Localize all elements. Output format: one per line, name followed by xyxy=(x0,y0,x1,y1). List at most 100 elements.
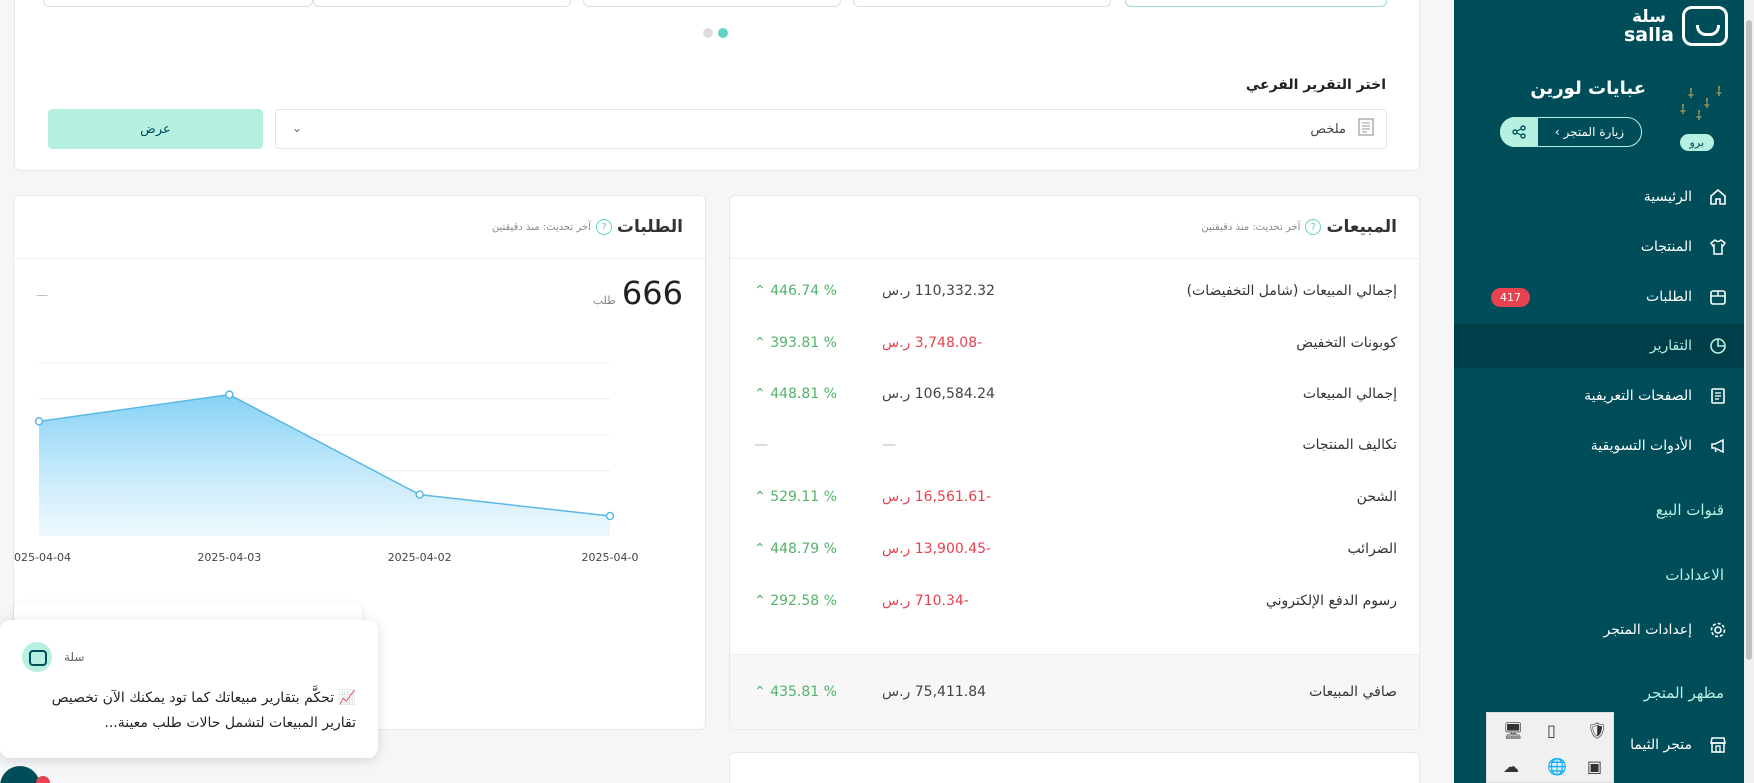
arrow-up-icon: ⌃ xyxy=(754,593,771,609)
sales-row-value: -13,900.45 ر.س xyxy=(882,541,992,557)
net-sales-row: صافي المبيعات 75,411.84 ر.س ⌃ 435.81 % xyxy=(730,654,1419,729)
sales-row-label: إجمالي المبيعات (شامل التخفيضات) xyxy=(1186,283,1397,299)
sidebar-item-landing-pages[interactable]: الصفحات التعريفية xyxy=(1464,374,1740,418)
salla-logo[interactable]: سلة salla xyxy=(1624,6,1728,46)
monitor-icon[interactable]: 🖥 xyxy=(1503,721,1523,740)
nvidia-icon[interactable]: ▣ xyxy=(1587,757,1602,776)
chart-area xyxy=(39,394,610,536)
sales-row-value: 106,584.24 ر.س xyxy=(882,386,995,402)
notification-header: سلة xyxy=(22,642,84,672)
sidebar-item-orders[interactable]: الطلبات 417 xyxy=(1464,275,1740,319)
visit-store-button[interactable]: زيارة المتجر › xyxy=(1500,117,1642,147)
cloud-icon[interactable]: ☁ xyxy=(1503,757,1519,776)
arrow-up-icon: ⌃ xyxy=(754,283,771,299)
usb-icon[interactable]: ▯ xyxy=(1547,721,1556,740)
sales-row: الشحن -16,561.61 ر.س ⌃ 529.11 % xyxy=(730,472,1419,524)
sidebar-item-label: التقارير xyxy=(1649,338,1692,354)
section-sales-channels[interactable]: قنوات البيع xyxy=(1656,501,1724,519)
gear-icon xyxy=(1706,621,1730,639)
help-icon[interactable]: ? xyxy=(595,219,612,235)
report-tab[interactable] xyxy=(583,0,841,7)
sales-card: المبيعات ? آخر تحديث: منذ دقيقتين إجمالي… xyxy=(729,195,1420,730)
sidebar-item-label: المنتجات xyxy=(1640,239,1692,255)
storefront-icon xyxy=(1706,736,1730,754)
report-selector-card: اختر التقرير الفرعي ملخص ⌄ عرض xyxy=(14,0,1420,171)
show-button[interactable]: عرض xyxy=(48,109,263,149)
plan-badge: برو xyxy=(1679,134,1714,151)
next-report-card xyxy=(729,752,1420,783)
carousel-dots xyxy=(703,28,728,38)
net-sales-label: صافي المبيعات xyxy=(1309,684,1397,700)
chat-launcher-icon[interactable] xyxy=(0,766,40,783)
chart-x-tick-label: 2025-04-0 xyxy=(582,551,639,564)
orders-count-badge: 417 xyxy=(1491,287,1530,307)
notification-app-name: سلة xyxy=(64,650,85,664)
chart-point[interactable] xyxy=(605,511,615,521)
sidebar-item-reports[interactable]: التقارير xyxy=(1454,324,1744,368)
sub-report-label: اختر التقرير الفرعي xyxy=(1245,77,1386,93)
sales-row: إجمالي المبيعات 106,584.24 ر.س ⌃ 448.81 … xyxy=(730,369,1419,421)
store-name: عبايات لورين xyxy=(1530,78,1646,99)
sales-title: المبيعات xyxy=(1326,217,1397,237)
help-icon[interactable]: ? xyxy=(1305,219,1322,235)
sales-row-value: — xyxy=(882,437,896,453)
home-icon xyxy=(1706,188,1730,206)
sidebar-item-products[interactable]: المنتجات xyxy=(1464,225,1740,269)
sidebar-item-label: متجر الثيما xyxy=(1630,737,1692,753)
sales-row-label: الضرائب xyxy=(1347,541,1397,557)
sales-row-value: -16,561.61 ر.س xyxy=(882,489,992,505)
sales-row: الضرائب -13,900.45 ر.س ⌃ 448.79 % xyxy=(730,524,1419,576)
sidebar-item-marketing-tools[interactable]: الأدوات التسويقية xyxy=(1464,424,1740,468)
notification-dot xyxy=(36,776,50,783)
orders-count-unit: طلب xyxy=(592,294,616,307)
chart-point[interactable] xyxy=(34,417,44,426)
globe-icon[interactable]: 🌐 xyxy=(1547,757,1567,776)
sales-row-change: ⌃ 448.79 % xyxy=(754,541,837,557)
section-store-appearance[interactable]: مظهر المتجر xyxy=(1644,684,1724,702)
salla-logo-text: سلة salla xyxy=(1624,8,1674,46)
notification-toast[interactable]: سلة 📈 تحكَّم بتقارير مبيعاتك كما تود يمك… xyxy=(0,620,378,758)
chevron-down-icon: ⌄ xyxy=(292,121,303,135)
sales-row-label: كوبونات التخفيض xyxy=(1296,335,1397,351)
sidebar: سلة salla عبايات لورين ⸸ ⸸ ⸸ ⸸ ⸸ برو زيا… xyxy=(1454,0,1754,783)
store-logo: ⸸ ⸸ ⸸ ⸸ ⸸ xyxy=(1679,85,1722,124)
sales-row-change: ⌃ 448.81 % xyxy=(754,386,837,402)
sales-row-change: ⌃ 292.58 % xyxy=(754,593,837,609)
sales-row-value: -710.34 ر.س xyxy=(882,593,969,609)
section-settings[interactable]: الاعدادات xyxy=(1665,566,1724,584)
sidebar-scrollbar[interactable] xyxy=(1744,0,1754,783)
scrollbar-thumb[interactable] xyxy=(1746,20,1752,660)
report-tab[interactable] xyxy=(313,0,571,7)
shield-icon[interactable]: 🛡 xyxy=(1587,721,1607,740)
sidebar-item-home[interactable]: الرئيسية xyxy=(1464,175,1740,219)
sales-row-label: رسوم الدفع الإلكتروني xyxy=(1265,593,1397,609)
logo-latin: salla xyxy=(1624,24,1674,46)
carousel-dot[interactable] xyxy=(703,28,713,38)
sidebar-item-label: الصفحات التعريفية xyxy=(1584,388,1692,404)
sidebar-item-label: إعدادات المتجر xyxy=(1603,622,1692,638)
net-sales-value: 75,411.84 ر.س xyxy=(882,684,987,700)
chart-point[interactable] xyxy=(225,390,234,399)
sales-row-change: — xyxy=(754,437,768,453)
notification-text: 📈 تحكَّم بتقارير مبيعاتك كما تود يمكنك ا… xyxy=(51,690,356,731)
megaphone-icon xyxy=(1706,437,1730,455)
arrow-up-icon: ⌃ xyxy=(754,684,771,700)
report-tab[interactable] xyxy=(853,0,1111,7)
sales-row-value: 110,332.32 ر.س xyxy=(882,283,995,299)
sales-row: تكاليف المنتجات — — xyxy=(730,420,1419,472)
pie-chart-icon xyxy=(1706,337,1730,355)
sales-row-label: تكاليف المنتجات xyxy=(1302,437,1397,453)
sub-report-select[interactable]: ملخص ⌄ xyxy=(275,109,1387,149)
orders-card-header: الطلبات ? آخر تحديث: منذ دقيقتين xyxy=(14,196,705,259)
document-icon xyxy=(1358,118,1374,140)
page-icon xyxy=(1706,387,1730,405)
net-sales-change: ⌃ 435.81 % xyxy=(754,684,837,700)
arrow-up-icon: ⌃ xyxy=(754,489,771,505)
report-tab-selected[interactable] xyxy=(1125,0,1387,7)
report-tab[interactable] xyxy=(43,0,313,7)
share-icon[interactable] xyxy=(1500,117,1538,147)
sidebar-item-store-settings[interactable]: إعدادات المتجر xyxy=(1464,608,1740,652)
chart-point[interactable] xyxy=(415,490,424,499)
chart-x-tick-label: 2025-04-04 xyxy=(13,551,71,564)
carousel-dot-active[interactable] xyxy=(718,28,728,38)
